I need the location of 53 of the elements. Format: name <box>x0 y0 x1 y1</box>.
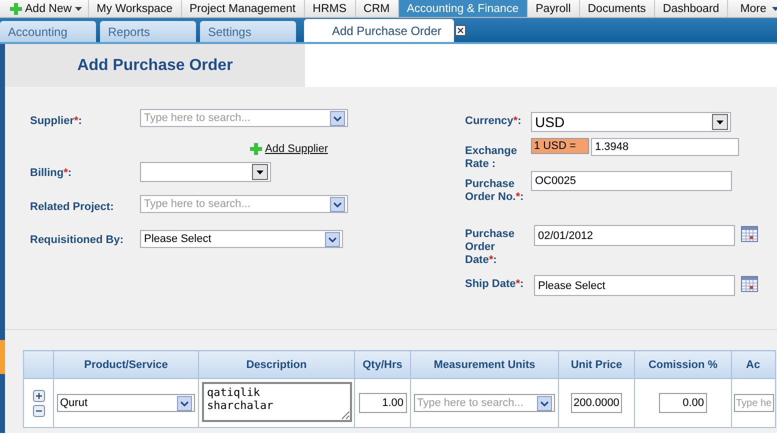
date-field[interactable]: 02/01/2012 <box>534 225 735 246</box>
add-new-button[interactable]: Add New <box>0 0 88 17</box>
add-supplier-link[interactable]: Add Supplier <box>250 143 328 155</box>
currency-prefix: 1 USD = <box>531 138 589 154</box>
calendar-icon[interactable] <box>741 225 758 242</box>
number-field[interactable]: 1.00 <box>358 393 406 413</box>
field-label: Purchase Order No.*: <box>465 178 525 204</box>
caret-icon <box>74 6 82 10</box>
number-field[interactable]: 200.0000 <box>570 393 622 413</box>
column-header: Measurement Units <box>410 350 558 378</box>
tab[interactable]: Accounting <box>0 21 96 42</box>
calendar-icon[interactable] <box>741 275 758 292</box>
nav-tab[interactable]: My Workspace <box>88 0 181 17</box>
more-menu-button[interactable]: More <box>727 0 777 17</box>
description-field[interactable]: qatiqlik sharchalar <box>202 382 352 422</box>
exchange-rate-field[interactable]: 1.3948 <box>591 138 739 156</box>
add-row-icon[interactable] <box>32 390 44 402</box>
column-header: Ac <box>732 350 776 378</box>
column-header: Unit Price <box>558 350 634 378</box>
field-label: Supplier*: <box>30 115 83 128</box>
field-label: Requisitioned By: <box>30 234 125 247</box>
field-label: Currency*: <box>465 115 522 128</box>
plus-icon <box>10 2 22 14</box>
field-label: Ship Date*: <box>465 278 525 291</box>
number-field[interactable]: 0.00 <box>659 393 707 413</box>
field-label: Exchange Rate : <box>465 145 518 171</box>
nav-tab[interactable]: Payroll <box>526 0 579 17</box>
plus-icon <box>250 143 262 155</box>
text-field[interactable]: OC0025 <box>531 171 732 191</box>
tab[interactable]: Settings <box>200 21 296 42</box>
page-title: Add Purchase Order <box>5 44 305 87</box>
field-label: Related Project: <box>30 201 115 214</box>
nav-tab[interactable]: Project Management <box>180 0 304 17</box>
select-field[interactable]: Please Select <box>140 230 343 248</box>
close-icon[interactable] <box>455 25 466 36</box>
nav-tab[interactable]: Dashboard <box>654 0 728 17</box>
column-header: Product/Service <box>54 350 198 378</box>
select-field[interactable] <box>140 162 271 182</box>
field-label: Purchase Order Date*: <box>465 228 516 267</box>
remove-row-icon[interactable] <box>32 404 44 416</box>
side-handle[interactable] <box>0 340 5 374</box>
nav-tab[interactable]: HRMS <box>304 0 355 17</box>
nav-tab[interactable]: Accounting & Finance <box>398 0 527 17</box>
field-label: Billing*: <box>30 167 73 180</box>
column-header: Comission % <box>634 350 732 378</box>
caret-icon <box>772 6 777 10</box>
date-field[interactable]: Please Select <box>534 275 735 296</box>
column-header: Description <box>198 350 354 378</box>
column-header: Qty/Hrs <box>354 350 410 378</box>
nav-tab[interactable]: Documents <box>578 0 654 17</box>
select-field[interactable]: USD <box>531 112 731 132</box>
select-field[interactable]: Qurut <box>57 394 195 412</box>
tab[interactable]: Reports <box>100 21 196 42</box>
